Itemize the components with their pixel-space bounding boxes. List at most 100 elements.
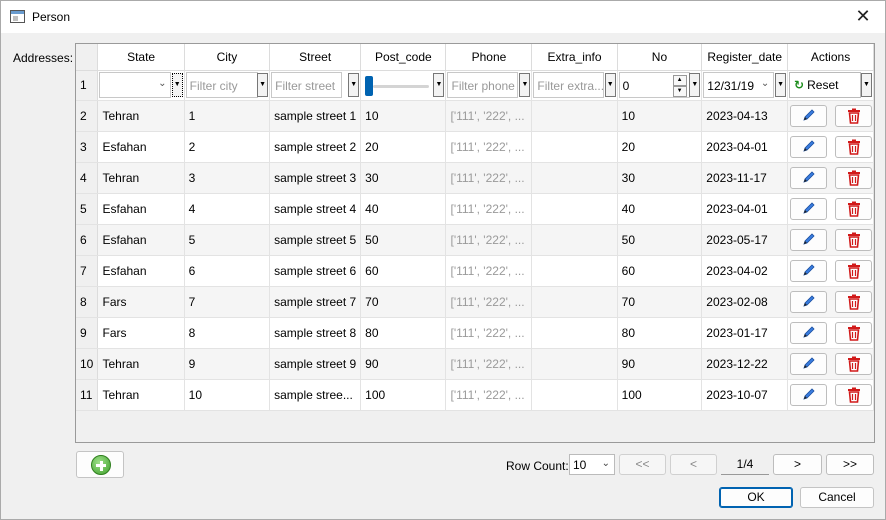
extra-info-filter-input[interactable]: Filter extra... (533, 72, 605, 98)
cell-extra-info[interactable] (531, 348, 618, 380)
cell-state[interactable]: Esfahan (97, 255, 185, 287)
row-header[interactable]: 1 (76, 70, 99, 101)
table-row[interactable]: 3 Esfahan 2 sample street 2 20 ['111', '222',… (76, 131, 874, 163)
delete-button[interactable] (835, 383, 873, 406)
delete-button[interactable] (835, 290, 873, 313)
cell-register-date[interactable]: 2023-04-01 (701, 193, 789, 225)
row-header[interactable]: 2 (76, 100, 99, 132)
cell-street[interactable]: sample street 2 (269, 131, 362, 163)
cell-extra-info[interactable] (531, 162, 618, 194)
extra-info-filter-toggle[interactable]: ▼ (604, 73, 616, 97)
cell-no[interactable]: 40 (617, 193, 703, 225)
state-filter-toggle[interactable]: ▼ (171, 73, 183, 97)
delete-button[interactable] (835, 259, 873, 282)
cell-phone[interactable]: ['111', '222', ... (445, 162, 533, 194)
cell-street[interactable]: sample street 6 (269, 255, 362, 287)
cell-register-date[interactable]: 2023-10-07 (701, 379, 789, 411)
cell-street[interactable]: sample street 5 (269, 224, 362, 256)
cell-post-code[interactable]: 70 (360, 286, 447, 318)
row-header[interactable]: 4 (76, 162, 99, 194)
cell-extra-info[interactable] (531, 317, 618, 349)
no-filter-spinbox[interactable]: 0 ▲ ▼ (618, 72, 690, 98)
cell-register-date[interactable]: 2023-01-17 (701, 317, 789, 349)
column-header-phone[interactable]: Phone (445, 44, 533, 71)
ok-button[interactable]: OK (719, 487, 793, 508)
cell-state[interactable]: Esfahan (97, 224, 185, 256)
cell-register-date[interactable]: 2023-11-17 (701, 162, 789, 194)
cell-no[interactable]: 30 (617, 162, 703, 194)
cell-phone[interactable]: ['111', '222', ... (445, 255, 533, 287)
post-code-filter-toggle[interactable]: ▼ (433, 73, 445, 97)
cell-register-date[interactable]: 2023-04-01 (701, 131, 789, 163)
table-row[interactable]: 11 Tehran 10 sample stree... 100 ['111', '222… (76, 379, 874, 411)
cell-city[interactable]: 5 (184, 224, 271, 256)
cell-street[interactable]: sample street 7 (269, 286, 362, 318)
table-row[interactable]: 9 Fars 8 sample street 8 80 ['111', '222', ..… (76, 317, 874, 349)
cell-state[interactable]: Tehran (97, 162, 185, 194)
cell-post-code[interactable]: 10 (360, 100, 447, 132)
table-row[interactable]: 6 Esfahan 5 sample street 5 50 ['111', '222',… (76, 224, 874, 256)
cancel-button[interactable]: Cancel (800, 487, 874, 508)
cell-extra-info[interactable] (531, 286, 618, 318)
cell-phone[interactable]: ['111', '222', ... (445, 224, 533, 256)
next-page-button[interactable]: > (773, 454, 822, 475)
column-header-state[interactable]: State (97, 44, 185, 71)
cell-phone[interactable]: ['111', '222', ... (445, 131, 533, 163)
cell-post-code[interactable]: 40 (360, 193, 447, 225)
cell-register-date[interactable]: 2023-02-08 (701, 286, 789, 318)
date-filter-toggle[interactable]: ▼ (775, 73, 787, 97)
table-row[interactable]: 7 Esfahan 6 sample street 6 60 ['111', '222',… (76, 255, 874, 287)
cell-city[interactable]: 6 (184, 255, 271, 287)
phone-filter-toggle[interactable]: ▼ (519, 73, 531, 97)
cell-post-code[interactable]: 50 (360, 224, 447, 256)
cell-extra-info[interactable] (531, 131, 618, 163)
edit-button[interactable] (790, 290, 828, 313)
cell-post-code[interactable]: 30 (360, 162, 447, 194)
delete-button[interactable] (835, 104, 873, 127)
cell-street[interactable]: sample street 3 (269, 162, 362, 194)
state-filter-combo[interactable]: ⌄ (99, 72, 172, 98)
cell-city[interactable]: 9 (184, 348, 271, 380)
street-filter-toggle[interactable]: ▼ (348, 73, 360, 97)
column-header-actions[interactable]: Actions (787, 44, 874, 71)
cell-phone[interactable]: ['111', '222', ... (445, 286, 533, 318)
date-filter-picker[interactable]: 12/31/19 ⌄ (703, 72, 775, 98)
cell-register-date[interactable]: 2023-12-22 (701, 348, 789, 380)
delete-button[interactable] (835, 166, 873, 189)
table-row[interactable]: 10 Tehran 9 sample street 9 90 ['111', '222',… (76, 348, 874, 380)
cell-no[interactable]: 70 (617, 286, 703, 318)
cell-no[interactable]: 80 (617, 317, 703, 349)
slider-handle[interactable] (365, 76, 374, 96)
edit-button[interactable] (790, 352, 828, 375)
cell-extra-info[interactable] (531, 379, 618, 411)
row-header[interactable]: 7 (76, 255, 99, 287)
reset-button[interactable]: ↻ Reset (789, 72, 862, 98)
cell-state[interactable]: Tehran (97, 100, 185, 132)
cell-phone[interactable]: ['111', '222', ... (445, 348, 533, 380)
cell-street[interactable]: sample street 8 (269, 317, 362, 349)
column-header-street[interactable]: Street (269, 44, 362, 71)
column-header-post-code[interactable]: Post_code (360, 44, 447, 71)
add-row-button[interactable] (76, 451, 124, 478)
edit-button[interactable] (790, 197, 828, 220)
close-button[interactable]: ✕ (841, 1, 885, 33)
table-row[interactable]: 4 Tehran 3 sample street 3 30 ['111', '222', … (76, 162, 874, 194)
spin-down-icon[interactable]: ▼ (672, 86, 687, 97)
table-row[interactable]: 8 Fars 7 sample street 7 70 ['111', '222', ..… (76, 286, 874, 318)
row-count-select[interactable]: 10 ⌄ (569, 454, 615, 475)
cell-no[interactable]: 100 (617, 379, 703, 411)
cell-state[interactable]: Tehran (97, 348, 185, 380)
row-header[interactable]: 8 (76, 286, 99, 318)
city-filter-input[interactable]: Filter city (185, 72, 258, 98)
cell-city[interactable]: 4 (184, 193, 271, 225)
row-header[interactable]: 11 (76, 379, 99, 411)
post-code-slider[interactable] (362, 72, 434, 98)
edit-button[interactable] (790, 166, 828, 189)
cell-street[interactable]: sample street 9 (269, 348, 362, 380)
corner-cell[interactable] (76, 44, 99, 71)
delete-button[interactable] (835, 352, 873, 375)
cell-no[interactable]: 90 (617, 348, 703, 380)
column-header-no[interactable]: No (617, 44, 703, 71)
cell-no[interactable]: 50 (617, 224, 703, 256)
cell-state[interactable]: Fars (97, 286, 185, 318)
